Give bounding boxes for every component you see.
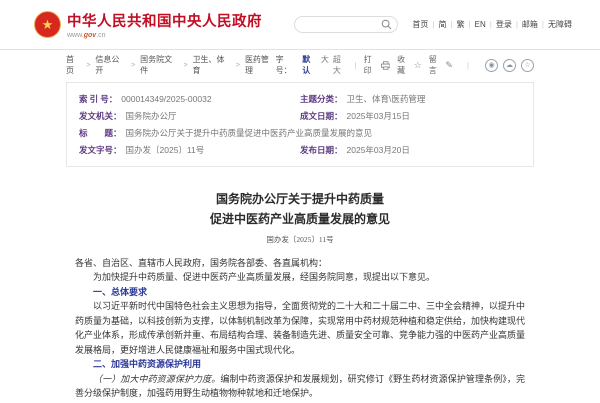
nav-link-7[interactable]: 无障碍 (548, 19, 572, 30)
share-icons: ◉ ☁ ☆ (480, 59, 534, 72)
print-button[interactable]: 打印 (364, 54, 391, 76)
page-toolbar: 字号： 默认大超大 | 打印 收藏 ☆ 留言 ✎ | ◉ ☁ ☆ (276, 54, 534, 76)
nav-separator: | (542, 20, 544, 29)
doc-info-cell: 发文机关：国务院办公厅 (79, 108, 300, 125)
top-nav: 首页 | 简 | 繁 | EN | 登录 | 邮箱 | 无障碍 (412, 19, 572, 30)
doc-info-cell: 标 题：国务院办公厅关于提升中药质量促进中医药产业高质量发展的意见 (79, 125, 521, 142)
doc-info-cell: 成文日期：2025年03月15日 (300, 108, 521, 125)
font-size-option[interactable]: 大 (321, 54, 329, 76)
document-number: 国办发〔2025〕11号 (75, 234, 525, 245)
breadcrumb-separator: > (183, 62, 187, 69)
font-size-label: 字号： (276, 54, 299, 76)
doc-info-label: 索 引 号： (79, 91, 117, 108)
breadcrumb-item[interactable]: 卫生、体育 (193, 54, 231, 76)
nav-link-2[interactable]: 简 (438, 19, 446, 30)
paragraph-indent: 以习近平新时代中国特色社会主义思想为指导，全面贯彻党的二十大和二十届二中、三中全… (75, 299, 525, 357)
share-qzone-icon[interactable]: ☆ (521, 59, 534, 72)
nav-separator: | (490, 20, 492, 29)
breadcrumb-toolbar-row: 首页 > 信息公开 > 国务院文件 > 卫生、体育 > 医药管理 字号： 默认大超大 | 打印 … (66, 50, 534, 80)
nav-link-3[interactable]: 繁 (457, 19, 465, 30)
search-icon[interactable] (381, 19, 392, 30)
paragraph-heading: 一、总体要求 (75, 285, 525, 300)
star-icon: ☆ (414, 60, 422, 71)
site-logo[interactable]: ★ 中华人民共和国中央人民政府 www.gov.cn (34, 10, 262, 39)
font-size-options: 默认大超大 (298, 54, 347, 76)
doc-info-label: 主题分类： (300, 91, 343, 108)
doc-info-value: 2025年03月20日 (347, 142, 410, 159)
nav-separator: | (516, 20, 518, 29)
nav-separator: | (469, 20, 471, 29)
font-size-option[interactable]: 默认 (302, 54, 317, 76)
paragraph-indent: 为加快提升中药质量、促进中医药产业高质量发展，经国务院同意，现提出以下意见。 (75, 270, 525, 285)
doc-info-cell: 主题分类：卫生、体育\医药管理 (300, 91, 521, 108)
doc-info-value: 国务院办公厅关于提升中药质量促进中医药产业高质量发展的意见 (126, 125, 373, 142)
nav-separator: | (432, 20, 434, 29)
doc-info-cell: 发文字号：国办发〔2025〕11号 (79, 142, 300, 159)
doc-info-value: 国务院办公厅 (126, 108, 177, 125)
breadcrumb-item[interactable]: 信息公开 (95, 54, 126, 76)
breadcrumb: 首页 > 信息公开 > 国务院文件 > 卫生、体育 > 医药管理 (66, 54, 276, 76)
paragraph-lead: （一）加大中药资源保护力度。 (93, 374, 220, 384)
toolbar-divider: | (355, 61, 357, 70)
doc-info-value: 国办发〔2025〕11号 (126, 142, 205, 159)
pencil-icon: ✎ (445, 60, 453, 71)
search-input[interactable] (304, 20, 381, 29)
breadcrumb-separator: > (131, 62, 135, 69)
nav-link-4[interactable]: EN (475, 20, 486, 29)
favorite-button[interactable]: 收藏 ☆ (397, 54, 422, 76)
nav-link-1[interactable]: 首页 (412, 19, 428, 30)
nav-link-5[interactable]: 登录 (496, 19, 512, 30)
site-title: 中华人民共和国中央人民政府 (67, 10, 262, 31)
paragraph-plain: 各省、自治区、直辖市人民政府，国务院各部委、各直属机构： (75, 256, 525, 271)
doc-info-row: 索 引 号：000014349/2025-00032主题分类：卫生、体育\医药管… (79, 91, 521, 108)
doc-info-label: 发布日期： (300, 142, 343, 159)
font-size-option[interactable]: 超大 (333, 54, 348, 76)
breadcrumb-item[interactable]: 医药管理 (245, 54, 276, 76)
doc-info-value: 000014349/2025-00032 (121, 91, 211, 108)
share-wechat-icon[interactable]: ☁ (503, 59, 516, 72)
doc-info-grid: 索 引 号：000014349/2025-00032主题分类：卫生、体育\医药管… (79, 91, 521, 159)
doc-info-row: 发文机关：国务院办公厅成文日期：2025年03月15日 (79, 108, 521, 125)
paragraph-item: （一）加大中药资源保护力度。编制中药资源保护和发展规划，研究修订《野生药材资源保… (75, 372, 525, 401)
doc-info-cell: 索 引 号：000014349/2025-00032 (79, 91, 300, 108)
share-weibo-icon[interactable]: ◉ (485, 59, 498, 72)
breadcrumb-item[interactable]: 国务院文件 (140, 54, 178, 76)
toolbar-divider: | (467, 61, 469, 70)
printer-icon (381, 61, 390, 70)
document-body: 国务院办公厅关于提升中药质量 促进中医药产业高质量发展的意见 国办发〔2025〕… (75, 189, 525, 403)
doc-info-label: 发文机关： (79, 108, 122, 125)
doc-info-cell: 发布日期：2025年03月20日 (300, 142, 521, 159)
doc-info-value: 2025年03月15日 (347, 108, 410, 125)
doc-info-row: 标 题：国务院办公厅关于提升中药质量促进中医药产业高质量发展的意见 (79, 125, 521, 142)
breadcrumb-separator: > (86, 62, 90, 69)
doc-info-label: 标 题： (79, 125, 122, 142)
national-emblem-icon: ★ (34, 11, 61, 38)
comment-button[interactable]: 留言 ✎ (429, 54, 453, 76)
doc-info-label: 成文日期： (300, 108, 343, 125)
doc-info-row: 发文字号：国办发〔2025〕11号发布日期：2025年03月20日 (79, 142, 521, 159)
document-title-line2: 促进中医药产业高质量发展的意见 (75, 209, 525, 229)
site-header: ★ 中华人民共和国中央人民政府 www.gov.cn 首页 | 简 | 繁 | EN | 登录 |… (0, 0, 600, 50)
breadcrumb-separator: > (236, 62, 240, 69)
site-url: www.gov.cn (67, 32, 262, 39)
paragraph-heading: 二、加强中药资源保护利用 (75, 357, 525, 372)
document-title-line1: 国务院办公厅关于提升中药质量 (75, 189, 525, 209)
doc-info-value: 卫生、体育\医药管理 (347, 91, 426, 108)
document-paragraphs: 各省、自治区、直辖市人民政府，国务院各部委、各直属机构：为加快提升中药质量、促进… (75, 256, 525, 403)
doc-info-box: 索 引 号：000014349/2025-00032主题分类：卫生、体育\医药管… (66, 82, 534, 167)
doc-info-label: 发文字号： (79, 142, 122, 159)
search-box[interactable] (294, 16, 398, 33)
nav-separator: | (450, 20, 452, 29)
breadcrumb-item[interactable]: 首页 (66, 54, 81, 76)
nav-link-6[interactable]: 邮箱 (522, 19, 538, 30)
document-title: 国务院办公厅关于提升中药质量 促进中医药产业高质量发展的意见 (75, 189, 525, 230)
